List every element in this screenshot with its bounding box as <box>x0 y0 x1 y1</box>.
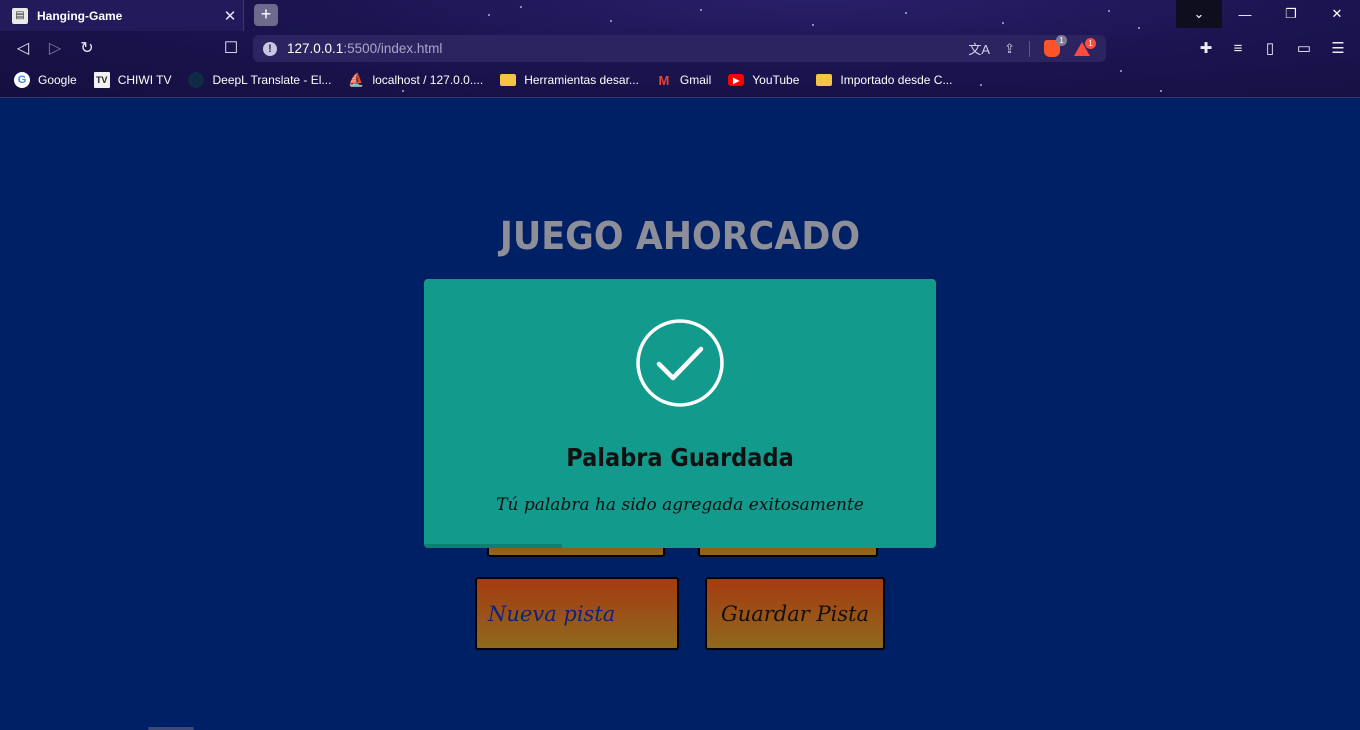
tab-favicon-icon: ▤ <box>12 7 28 24</box>
wallet-icon[interactable]: ▭ <box>1293 38 1315 58</box>
tab-search-chevron-icon[interactable]: ⌄ <box>1176 0 1222 28</box>
bookmarks-bar: G Google TV CHIWI TV DeepL Translate - El.… <box>0 68 969 92</box>
toast-message: Tú palabra ha sido agregada exitosamente <box>496 495 864 515</box>
extensions-icon[interactable]: ✚ <box>1195 38 1217 58</box>
deepl-icon <box>188 72 205 88</box>
sidebar-icon[interactable]: ▯ <box>1259 38 1281 58</box>
bookmark-localhost[interactable]: ⛵ localhost / 127.0.0.... <box>348 72 483 88</box>
new-hint-label: Nueva pista <box>488 601 616 626</box>
url-divider <box>1029 40 1030 57</box>
minimize-button[interactable]: — <box>1222 0 1268 28</box>
bookmark-gmail[interactable]: M Gmail <box>656 72 711 88</box>
translate-icon[interactable]: 文A <box>968 39 990 58</box>
tab-title: Hanging-Game <box>37 8 123 23</box>
bookmark-importado[interactable]: Importado desde C... <box>816 73 952 87</box>
save-hint-button[interactable]: Guardar Pista <box>705 577 885 650</box>
new-tab-button[interactable]: + <box>254 4 278 26</box>
bookmark-page-icon[interactable]: ☐ <box>220 37 242 59</box>
gmail-icon: M <box>658 72 670 88</box>
tv-icon: TV <box>93 72 110 88</box>
media-playlist-icon[interactable]: ≡ <box>1227 38 1249 58</box>
page-title: JUEGO AHORCADO <box>499 214 861 258</box>
brave-rewards-count: 1 <box>1085 37 1096 49</box>
close-window-button[interactable]: ✕ <box>1314 0 1360 28</box>
brave-rewards-icon[interactable]: 1 <box>1074 37 1096 56</box>
folder-icon <box>816 74 833 86</box>
back-icon[interactable]: ◁ <box>12 37 34 59</box>
share-icon[interactable]: ⇪ <box>1004 41 1015 57</box>
restore-button[interactable]: ❐ <box>1268 0 1314 28</box>
window-controls: ⌄ — ❐ ✕ <box>1176 0 1360 28</box>
reload-icon[interactable]: ↻ <box>76 37 98 59</box>
bookmark-herramientas[interactable]: Herramientas desar... <box>500 73 639 87</box>
url-text[interactable]: 127.0.0.1:5500/index.html <box>287 41 968 56</box>
save-hint-label: Guardar Pista <box>720 601 870 626</box>
toast-timer-progress-bar <box>424 544 563 548</box>
success-toast: Palabra Guardada Tú palabra ha sido agre… <box>424 279 936 548</box>
menu-icon[interactable]: ☰ <box>1327 38 1349 58</box>
bookmark-google[interactable]: G Google <box>14 72 77 88</box>
browser-tab[interactable]: ▤ Hanging-Game ✕ <box>0 0 244 31</box>
toast-title: Palabra Guardada <box>566 443 794 472</box>
brave-shields-count: 1 <box>1056 35 1067 46</box>
checkmark-circle-icon <box>636 319 724 407</box>
google-icon: G <box>14 72 30 88</box>
address-bar[interactable]: ! 127.0.0.1:5500/index.html 文A ⇪ 1 1 <box>253 35 1106 62</box>
youtube-icon: ▶ <box>728 74 745 86</box>
bookmark-chiwi-tv[interactable]: TV CHIWI TV <box>93 72 171 88</box>
tab-close-icon[interactable]: ✕ <box>217 7 243 25</box>
site-info-icon[interactable]: ! <box>263 41 277 56</box>
phpmyadmin-icon: ⛵ <box>348 72 365 87</box>
bookmark-deepl[interactable]: DeepL Translate - El... <box>188 72 331 88</box>
bookmark-youtube[interactable]: ▶ YouTube <box>728 73 799 87</box>
folder-icon <box>500 74 517 86</box>
brave-shields-icon[interactable]: 1 <box>1044 35 1067 57</box>
forward-icon[interactable]: ▷ <box>44 37 66 59</box>
browser-chrome: ▤ Hanging-Game ✕ + ⌄ — ❐ ✕ ◁ ▷ ↻ ☐ ! 127… <box>0 0 1360 98</box>
new-hint-button[interactable]: Nueva pista <box>475 577 679 650</box>
